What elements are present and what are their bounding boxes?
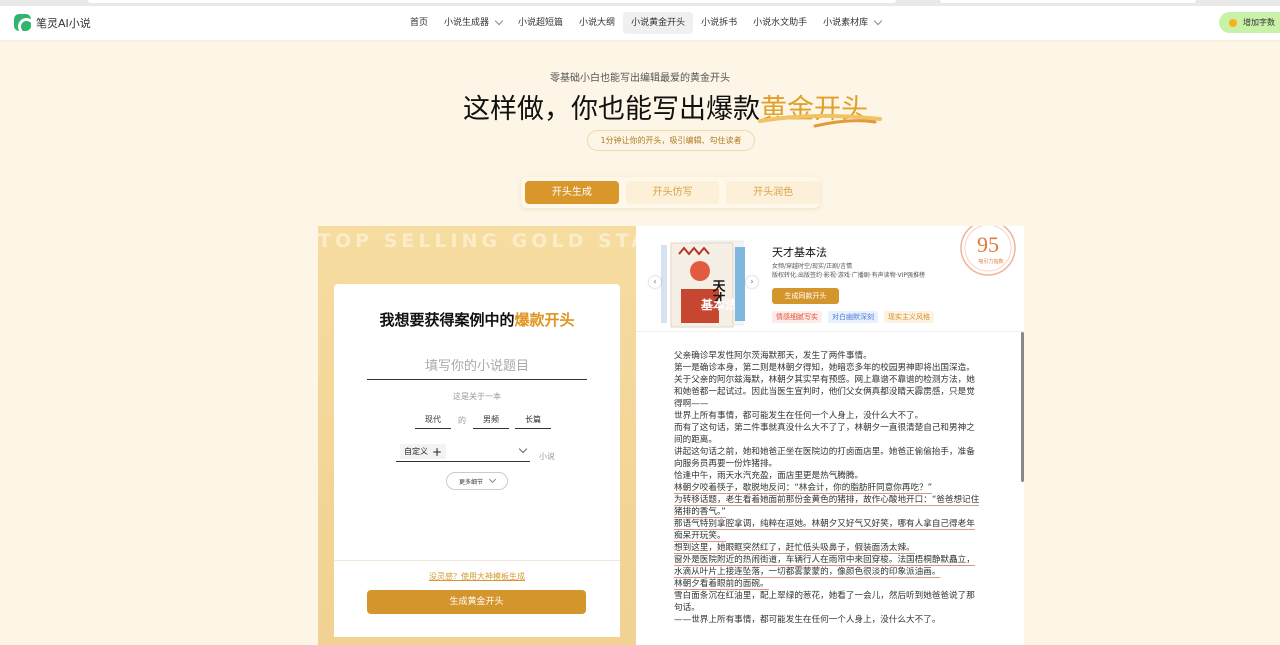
book-tags-rights: 版权转化:出版签约·影视·游戏·广播剧·有声读物·VIP强推榜	[772, 272, 926, 279]
add-words-label: 增加字数	[1243, 18, 1275, 27]
connector-text: 的	[458, 416, 466, 425]
excerpt-paragraph: 那语气特别拿腔拿调，纯粹在逗她。林朝夕又好气又好笑，哪有人拿自己得老年痴呆开玩笑…	[674, 519, 975, 542]
nav-label: 小说生成器	[444, 18, 490, 28]
background-lettering: TOP SELLING GOLD START	[318, 230, 685, 252]
hero-title-main: 这样做，你也能写出爆款	[463, 94, 760, 125]
generate-same-button[interactable]: 生成同款开头	[772, 288, 839, 304]
tab-imitate[interactable]: 开头仿写	[625, 181, 720, 204]
mode-tabs: 开头生成 开头仿写 开头润色	[521, 177, 821, 208]
nav-item-home[interactable]: 首页	[402, 12, 436, 34]
feature-tag: 情感细腻写实	[772, 311, 822, 323]
form-footer: 没灵感？使用大神模板生成 生成黄金开头	[334, 560, 620, 637]
chevron-down-icon	[494, 16, 504, 26]
logo-icon	[14, 14, 31, 31]
novel-attributes: 现代 的 男频 长篇	[415, 414, 551, 429]
excerpt-paragraph: 讲起这句话之前，她和她爸正坐在医院边的打卤面店里。她爸正偷偷抬手，准备向服务员再…	[674, 447, 975, 469]
more-details-label: 更多细节	[458, 478, 483, 486]
era-select[interactable]: 现代	[415, 414, 451, 429]
form-title-highlight: 爆款开头	[514, 311, 575, 329]
excerpt-paragraph: ——世界上所有事情，都可能发生在任何一个人身上，没什么大不了。	[674, 615, 941, 625]
excerpt-paragraph: 关于父亲的阿尔兹海默，林朝夕其实早有预感。网上靠谱不靠谱的检测方法，她和她爸都一…	[674, 375, 975, 409]
prev-book-cover[interactable]	[661, 245, 667, 323]
carousel-prev-icon[interactable]: ‹	[649, 276, 661, 288]
nav-label: 小说拆书	[701, 18, 738, 28]
chrome-tab-indicator	[88, 0, 896, 3]
excerpt-paragraph: 林朝夕看着眼前的面碗。	[674, 579, 769, 590]
chevron-down-icon	[488, 475, 497, 484]
form-title-main: 我想要获得案例中的	[379, 311, 515, 329]
nav-item-filler-assistant[interactable]: 小说水文助手	[745, 12, 815, 34]
score-value: 95	[977, 232, 999, 257]
nav-label: 小说超短篇	[518, 18, 564, 28]
opening-form-card: 我想要获得案例中的爆款开头 这是关于一本 现代 的 男频 长篇 自定义+ 小说 …	[334, 284, 620, 637]
excerpt-paragraph: 雪白面条沉在红油里，配上翠绿的葱花，她看了一会儿，然后听到她爸爸说了那句话。	[674, 591, 975, 613]
excerpt-paragraph: 第一是确诊本身，第二则是林朝夕得知，她暗恋多年的校园男神即将出国深造。	[674, 363, 975, 373]
generate-opening-button[interactable]: 生成黄金开头	[367, 590, 586, 614]
tab-generate[interactable]: 开头生成	[525, 181, 619, 204]
tab-polish[interactable]: 开头润色	[726, 181, 821, 204]
custom-genre-label: 自定义	[404, 447, 428, 456]
excerpt-paragraph: 恰逢中午，雨天水汽充盈，面店里更是热气腾腾。	[674, 471, 864, 481]
coin-icon	[1229, 18, 1237, 27]
feature-tag: 现实主义风格	[884, 311, 934, 323]
form-panel: TOP SELLING GOLD START 我想要获得案例中的爆款开头 这是关…	[318, 226, 681, 645]
nav-label: 小说素材库	[823, 18, 869, 28]
example-panel: 天才 基本法 ‹ › 天才基本法 女频/穿越时空/现实/正剧/言情 版权转化:出…	[636, 226, 1024, 645]
nav-label: 首页	[410, 18, 429, 28]
excerpt-paragraph: 父亲确诊早发性阿尔茨海默那天，发生了两件事情。	[674, 351, 872, 361]
logo-text: 笔灵AI小说	[36, 16, 91, 30]
excerpt-paragraph: 林朝夕咬着筷子，歇脱地反问：“林会计，你的脂肪肝同意你再吃？”	[674, 483, 933, 494]
book-title: 天才基本法	[772, 246, 827, 259]
example-book-header: 天才 基本法 ‹ › 天才基本法 女频/穿越时空/现实/正剧/言情 版权转化:出…	[636, 226, 1024, 332]
custom-genre-tag[interactable]: 自定义 +	[400, 444, 447, 459]
nav-label: 小说水文助手	[753, 18, 808, 28]
carousel-next-icon[interactable]: ›	[746, 276, 758, 288]
excerpt-paragraph: 为转移话题，老生看着她面前那份金黄色的猪排，故作心酸地开口：“爸爸想记住猪排的香…	[674, 495, 980, 518]
nav-item-novel-generator[interactable]: 小说生成器	[436, 12, 510, 34]
book-tags-genre: 女频/穿越时空/现实/正剧/言情	[772, 263, 853, 270]
template-link[interactable]: 没灵感？使用大神模板生成	[334, 571, 620, 582]
opening-excerpt: 父亲确诊早发性阿尔茨海默那天，发生了两件事情。第一是确诊本身，第二则是林朝夕得知…	[674, 350, 982, 626]
top-navbar: 笔灵AI小说 首页 小说生成器 小说超短篇 小说大纲 小说黄金开头 小说拆书 小…	[0, 6, 1280, 40]
score-seal: 95 吸引力指数	[960, 226, 1016, 276]
nav-item-golden-opening[interactable]: 小说黄金开头	[623, 12, 694, 34]
score-label: 吸引力指数	[978, 258, 1003, 265]
add-words-button[interactable]: 增加字数	[1219, 12, 1280, 33]
excerpt-paragraph: 想到这里，她眼眶突然红了，赶忙低头吸鼻子，假装面汤太辣。	[674, 543, 915, 554]
nav-item-book-breakdown[interactable]: 小说拆书	[693, 12, 745, 34]
nav-item-material-library[interactable]: 小说素材库	[815, 12, 889, 34]
feature-tags: 情感细腻写实 对白幽默深刻 现实主义风格	[772, 311, 934, 323]
form-title: 我想要获得案例中的爆款开头	[334, 309, 620, 330]
channel-select[interactable]: 男频	[473, 414, 509, 429]
about-label: 这是关于一本	[453, 392, 501, 401]
excerpt-paragraph: 世界上所有事情，都可能发生在任何一个人身上，没什么大不了。	[674, 411, 924, 421]
more-details-button[interactable]: 更多细节	[446, 472, 508, 490]
plus-icon: +	[432, 444, 443, 459]
nav-item-short-story[interactable]: 小说超短篇	[510, 12, 571, 34]
hero-subtitle: 零基础小白也能写出编辑最爱的黄金开头	[550, 73, 730, 84]
nav-label: 小说大纲	[579, 18, 616, 28]
scrollbar[interactable]	[1021, 332, 1024, 482]
genre-select[interactable]: 自定义 +	[396, 442, 530, 462]
genre-suffix: 小说	[539, 452, 555, 461]
chevron-down-icon	[518, 444, 528, 454]
chrome-tab-indicator	[940, 0, 1196, 3]
chevron-down-icon	[873, 16, 883, 26]
hero-badge: 1分钟让你的开头，吸引编辑、勾住读者	[587, 130, 755, 151]
excerpt-paragraph: 而有了这句话，第二件事就真没什么大不了了，林朝夕一直很清楚自己和男神之间的距离。	[674, 423, 975, 445]
underline-swoosh-icon	[758, 114, 882, 128]
book-cover-image: 天才 基本法	[670, 240, 745, 328]
feature-tag: 对白幽默深刻	[828, 311, 878, 323]
excerpt-paragraph: 窗外是医院附近的热闹街道，车辆行人在雨帘中来回穿梭。法国梧桐静默矗立，水滴从叶片…	[674, 555, 975, 578]
site-logo[interactable]: 笔灵AI小说	[14, 14, 91, 31]
length-select[interactable]: 长篇	[515, 414, 551, 429]
book-tags: 女频/穿越时空/现实/正剧/言情 版权转化:出版签约·影视·游戏·广播剧·有声读…	[772, 262, 962, 280]
nav-item-outline[interactable]: 小说大纲	[571, 12, 623, 34]
novel-title-input[interactable]	[367, 352, 587, 380]
main-menu: 首页 小说生成器 小说超短篇 小说大纲 小说黄金开头 小说拆书 小说水文助手 小…	[402, 12, 889, 34]
nav-label: 小说黄金开头	[631, 18, 686, 28]
cover-title-text: 基本法	[700, 297, 737, 312]
